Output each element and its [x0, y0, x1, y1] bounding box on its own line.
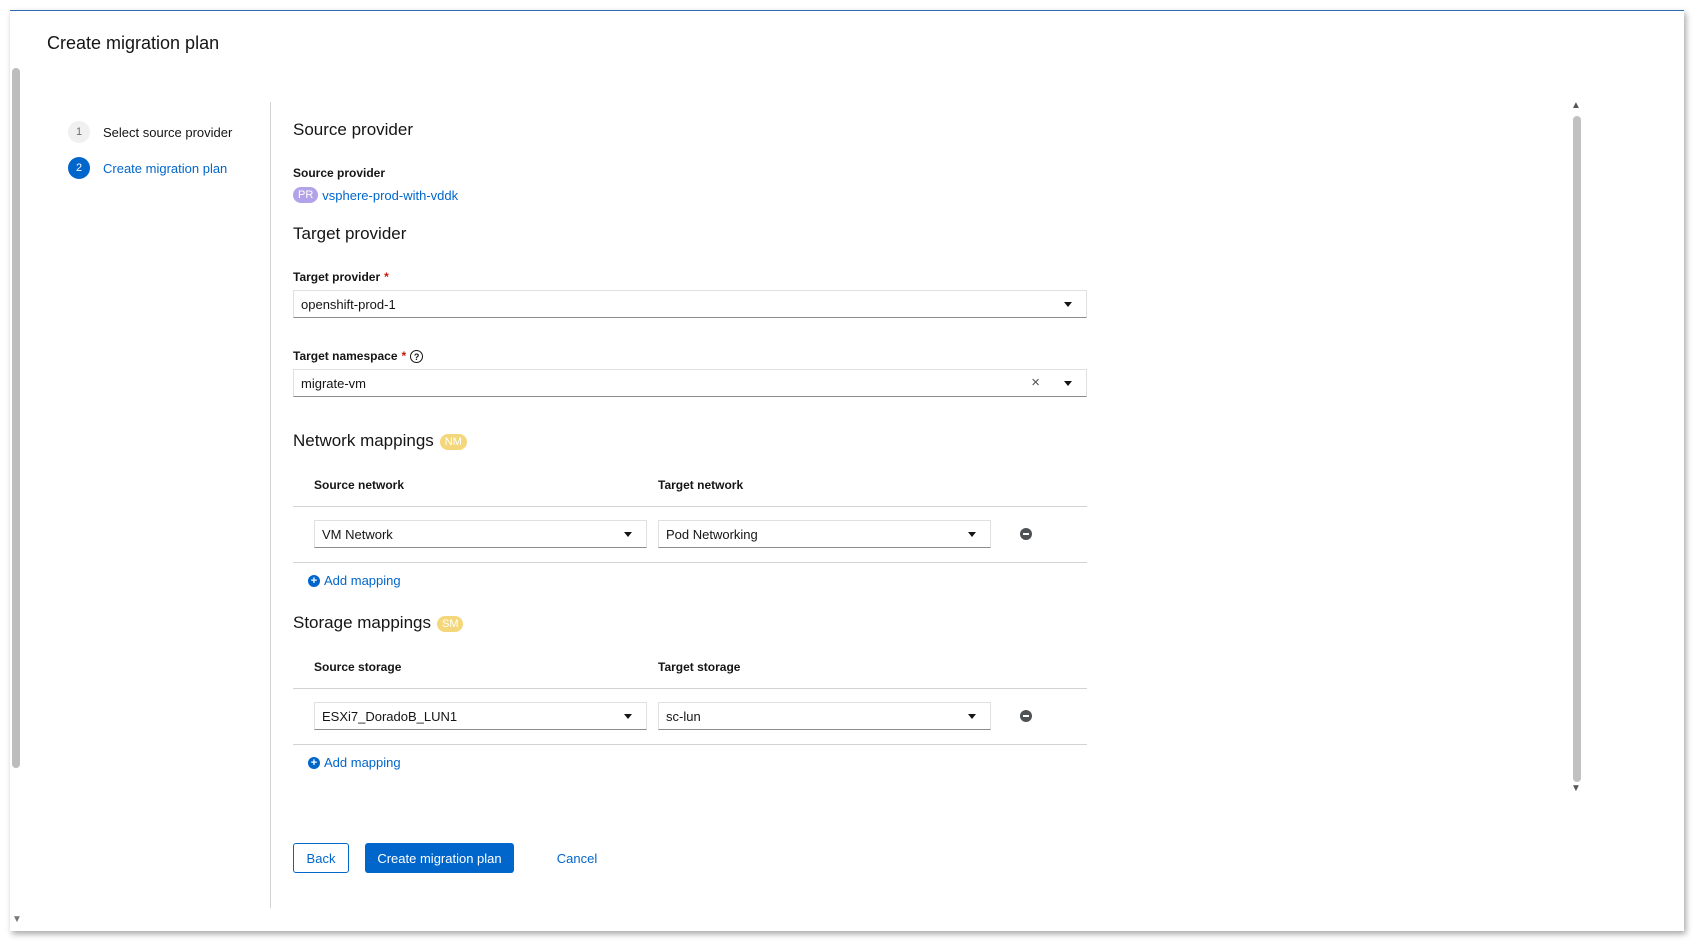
required-marker: * — [401, 349, 407, 363]
source-provider-value: vsphere-prod-with-vddk — [322, 187, 459, 203]
table-divider — [293, 744, 1087, 745]
minus-circle-icon[interactable] — [1020, 710, 1032, 722]
col-target-network: Target network — [658, 478, 744, 492]
target-network-select[interactable]: Pod Networking — [658, 520, 991, 548]
caret-down-icon — [1064, 302, 1072, 307]
network-mappings-heading: Network mappings NM — [293, 431, 467, 451]
wizard-step-select-source[interactable]: 1 Select source provider — [68, 120, 232, 144]
add-network-mapping-button[interactable]: + Add mapping — [308, 573, 401, 588]
outer-scroll-down-icon[interactable]: ▼ — [12, 914, 22, 925]
minus-circle-icon[interactable] — [1020, 528, 1032, 540]
source-network-value: VM Network — [322, 526, 393, 542]
outer-scrollbar[interactable] — [12, 68, 20, 768]
caret-down-icon — [624, 714, 632, 719]
inner-scroll-down-icon[interactable]: ▼ — [1571, 783, 1581, 794]
caret-down-icon — [968, 532, 976, 537]
page-title: Create migration plan — [47, 33, 220, 53]
wizard-step-create-plan[interactable]: 2 Create migration plan — [68, 156, 232, 180]
source-storage-select[interactable]: ESXi7_DoradoB_LUN1 — [314, 702, 647, 730]
network-mappings-badge: NM — [439, 433, 467, 450]
provider-badge: PR — [293, 187, 319, 203]
table-divider — [293, 506, 1087, 507]
step-label: Select source provider — [103, 124, 233, 140]
source-storage-value: ESXi7_DoradoB_LUN1 — [322, 708, 458, 724]
add-mapping-label: Add mapping — [324, 573, 401, 588]
nav-divider — [270, 102, 271, 908]
col-source-network: Source network — [314, 478, 405, 492]
target-provider-select[interactable]: openshift-prod-1 — [293, 290, 1087, 318]
caret-down-icon — [624, 532, 632, 537]
step-number: 2 — [68, 157, 90, 179]
source-provider-label: Source provider — [293, 166, 386, 180]
source-network-select[interactable]: VM Network — [314, 520, 647, 548]
target-provider-value: openshift-prod-1 — [301, 296, 396, 312]
add-storage-mapping-button[interactable]: + Add mapping — [308, 755, 401, 770]
inner-scroll-up-icon[interactable]: ▲ — [1571, 100, 1581, 111]
target-provider-label: Target provider * — [293, 270, 389, 284]
source-provider-heading: Source provider — [293, 120, 414, 139]
add-mapping-label: Add mapping — [324, 755, 401, 770]
col-source-storage: Source storage — [314, 660, 402, 674]
wizard-nav: 1 Select source provider 2 Create migrat… — [68, 120, 232, 192]
table-divider — [293, 562, 1087, 563]
plus-circle-icon: + — [308, 574, 320, 587]
target-provider-heading: Target provider — [293, 224, 407, 243]
create-migration-plan-button[interactable]: Create migration plan — [365, 843, 514, 873]
step-label: Create migration plan — [103, 160, 228, 176]
col-target-storage: Target storage — [658, 660, 741, 674]
target-namespace-label: Target namespace *? — [293, 349, 424, 364]
target-storage-value: sc-lun — [666, 708, 701, 724]
target-namespace-select[interactable]: migrate-vm × — [293, 369, 1087, 397]
storage-mappings-heading: Storage mappings SM — [293, 613, 464, 633]
storage-mappings-badge: SM — [436, 615, 464, 632]
caret-down-icon — [968, 714, 976, 719]
back-button[interactable]: Back — [293, 843, 349, 873]
question-circle-icon[interactable]: ? — [410, 350, 424, 364]
modal-window — [10, 10, 1684, 931]
target-storage-select[interactable]: sc-lun — [658, 702, 991, 730]
inner-scrollbar[interactable] — [1573, 116, 1581, 782]
required-marker: * — [384, 270, 389, 284]
table-divider — [293, 688, 1087, 689]
step-number: 1 — [68, 121, 90, 143]
cancel-button[interactable]: Cancel — [549, 843, 605, 873]
target-network-value: Pod Networking — [666, 526, 758, 542]
plus-circle-icon: + — [308, 756, 320, 769]
target-namespace-value: migrate-vm — [301, 375, 367, 391]
caret-down-icon — [1064, 381, 1072, 386]
source-provider-link[interactable]: PR vsphere-prod-with-vddk — [293, 187, 458, 203]
close-icon[interactable]: × — [1031, 374, 1040, 391]
